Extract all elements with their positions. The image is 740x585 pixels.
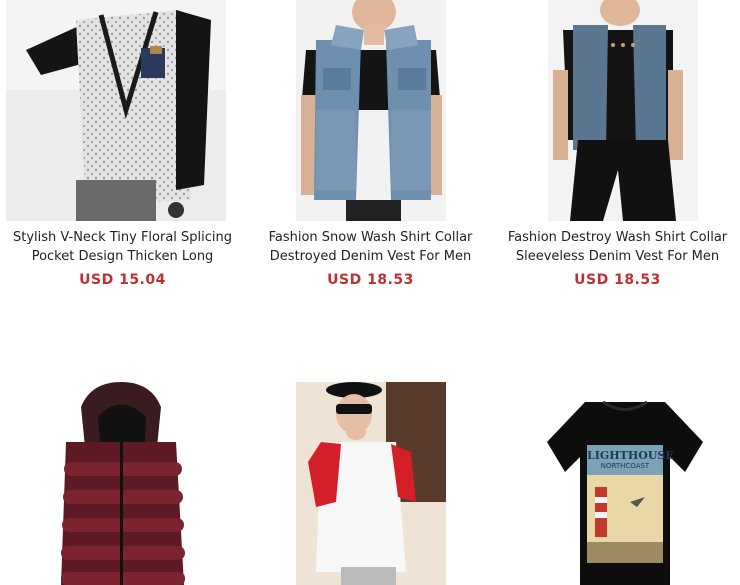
product-price: USD 18.53 bbox=[327, 272, 414, 288]
product-title-line1[interactable]: Stylish V-Neck Tiny Floral Splicing bbox=[0, 228, 245, 247]
product-title-line2[interactable]: Pocket Design Thicken Long bbox=[0, 247, 245, 266]
print-text-line2: NORTHCOAST bbox=[600, 462, 650, 470]
print-text-line1: LIGHTHOUSE bbox=[587, 449, 674, 462]
product-image[interactable] bbox=[6, 382, 226, 585]
product-image[interactable]: LIGHTHOUSE NORTHCOAST bbox=[545, 397, 705, 585]
product-image[interactable] bbox=[548, 0, 698, 221]
product-image[interactable] bbox=[296, 382, 446, 585]
product-title-line1[interactable]: Fashion Destroy Wash Shirt Collar bbox=[495, 228, 740, 247]
product-image[interactable] bbox=[6, 0, 226, 221]
product-price: USD 18.53 bbox=[574, 272, 661, 288]
product-price: USD 15.04 bbox=[79, 272, 166, 288]
product-image[interactable] bbox=[296, 0, 446, 221]
product-title-line2[interactable]: Sleeveless Denim Vest For Men bbox=[495, 247, 740, 266]
product-title-line2[interactable]: Destroyed Denim Vest For Men bbox=[248, 247, 493, 266]
product-title-line1[interactable]: Fashion Snow Wash Shirt Collar bbox=[248, 228, 493, 247]
